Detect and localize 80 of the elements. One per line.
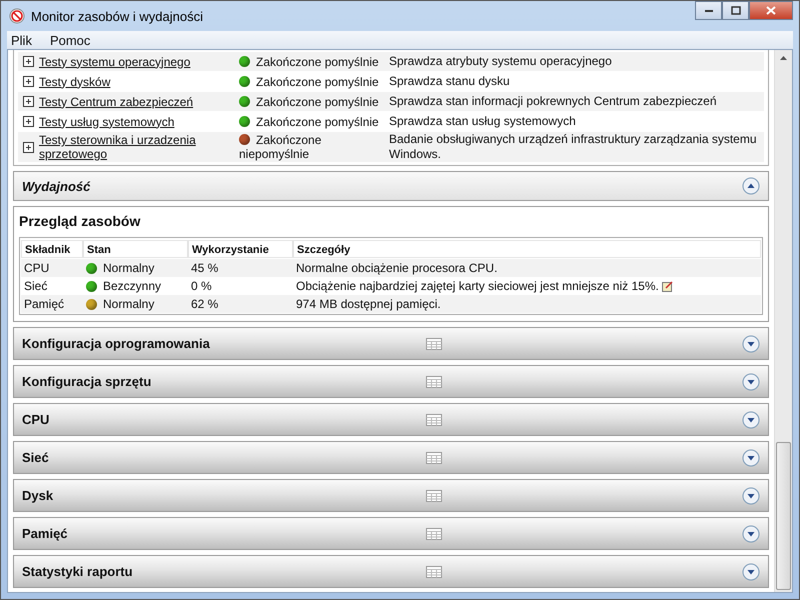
- test-description: Badanie obsługiwanych urządzeń infrastruktury zarządzania systemu Windows.: [388, 132, 758, 162]
- section-header[interactable]: Dysk: [13, 479, 769, 512]
- scrollbar-thumb[interactable]: [776, 442, 791, 590]
- test-description: Sprawdza stanu dysku: [388, 74, 511, 89]
- test-description: Sprawdza stan informacji pokrewnych Centrum zabezpieczeń: [388, 94, 718, 109]
- column-header: Składnik: [21, 240, 83, 258]
- table-cell-text: 0 %: [190, 279, 213, 293]
- section-title: Sieć: [22, 450, 50, 465]
- table-cell-text: CPU: [23, 261, 50, 275]
- menu-item[interactable]: Pomoc: [50, 32, 90, 48]
- table-icon[interactable]: [426, 338, 442, 350]
- no-entry-icon: [9, 8, 25, 24]
- section-title: Wydajność: [22, 178, 92, 194]
- status-text: Zakończone pomyślnie: [256, 94, 379, 108]
- expand-icon[interactable]: [742, 334, 760, 352]
- table-icon[interactable]: [426, 490, 442, 502]
- column-header: Wykorzystanie: [188, 240, 293, 258]
- test-link[interactable]: Testy Centrum zabezpieczeń: [39, 94, 194, 108]
- expand-icon[interactable]: [742, 410, 760, 428]
- test-link[interactable]: Testy systemu operacyjnego: [39, 54, 190, 68]
- table-cell: Normalny: [103, 261, 154, 275]
- scrollbar[interactable]: [774, 50, 792, 592]
- section-header[interactable]: Sieć: [13, 441, 769, 474]
- status-text: Zakończone niepomyślnie: [239, 133, 322, 161]
- table-cell: Bezczynny: [103, 279, 162, 293]
- table-icon[interactable]: [426, 452, 442, 464]
- expand-icon[interactable]: [742, 486, 760, 504]
- section-header[interactable]: Konfiguracja oprogramowania: [13, 327, 769, 360]
- menu-item[interactable]: Plik: [11, 32, 32, 48]
- test-link[interactable]: Testy usług systemowych: [39, 114, 174, 128]
- column-header: Stan: [83, 240, 188, 258]
- table-cell-text: Sieć: [23, 279, 48, 293]
- section-header[interactable]: Wydajność: [13, 171, 769, 201]
- maximize-button[interactable]: [722, 1, 749, 20]
- close-icon: [766, 6, 776, 15]
- expand-icon[interactable]: [742, 562, 760, 580]
- test-link[interactable]: Testy sterownika i urzadzenia sprzetowego: [39, 133, 235, 161]
- expand-icon[interactable]: [742, 524, 760, 542]
- table-icon[interactable]: [426, 566, 442, 578]
- overview-title: Przegląd zasobów: [19, 213, 142, 229]
- table-cell: Normalne obciążenie procesora CPU.: [296, 261, 498, 275]
- test-description: Sprawdza stan usług systemowych: [388, 114, 577, 129]
- section-header[interactable]: CPU: [13, 403, 769, 436]
- expand-icon[interactable]: [23, 56, 34, 67]
- table-cell: Normalny: [103, 297, 154, 311]
- section-title: Konfiguracja oprogramowania: [22, 336, 211, 351]
- close-button[interactable]: [749, 1, 793, 20]
- section-header[interactable]: Statystyki raportu: [13, 555, 769, 588]
- table-cell: Obciążenie najbardziej zajętej karty sieciowej jest mniejsze niż 15%.: [296, 279, 659, 293]
- section-title: Dysk: [22, 488, 54, 503]
- section-title: Statystyki raportu: [22, 564, 134, 579]
- expand-icon[interactable]: [742, 448, 760, 466]
- section-header[interactable]: Pamięć: [13, 517, 769, 550]
- minimize-button[interactable]: [695, 1, 722, 20]
- table-cell-text: 45 %: [190, 261, 220, 275]
- section-header[interactable]: Konfiguracja sprzętu: [13, 365, 769, 398]
- test-description: Sprawdza atrybuty systemu operacyjnego: [388, 54, 613, 69]
- status-text: Zakończone pomyślnie: [256, 54, 379, 68]
- table-cell-text: 62 %: [190, 297, 220, 311]
- table-icon[interactable]: [426, 528, 442, 540]
- maximize-icon: [730, 6, 740, 15]
- status-text: Zakończone pomyślnie: [256, 74, 379, 88]
- expand-icon[interactable]: [742, 372, 760, 390]
- expand-icon[interactable]: [23, 116, 34, 127]
- test-link[interactable]: Testy dysków: [39, 74, 110, 88]
- column-header: Szczegóły: [293, 240, 761, 258]
- expand-icon[interactable]: [23, 96, 34, 107]
- collapse-icon[interactable]: [742, 177, 760, 195]
- section-title: Pamięć: [22, 526, 69, 541]
- table-icon[interactable]: [426, 414, 442, 426]
- table-cell: 974 MB dostępnej pamięci.: [296, 297, 441, 311]
- status-text: Zakończone pomyślnie: [256, 114, 379, 128]
- window-title: Monitor zasobów i wydajności: [31, 8, 203, 24]
- minimize-icon: [704, 8, 714, 12]
- table-icon[interactable]: [426, 376, 442, 388]
- section-title: CPU: [22, 412, 50, 427]
- table-cell-text: Pamięć: [23, 297, 66, 311]
- expand-icon[interactable]: [23, 142, 34, 152]
- section-title: Konfiguracja sprzętu: [22, 374, 152, 389]
- expand-icon[interactable]: [23, 76, 34, 87]
